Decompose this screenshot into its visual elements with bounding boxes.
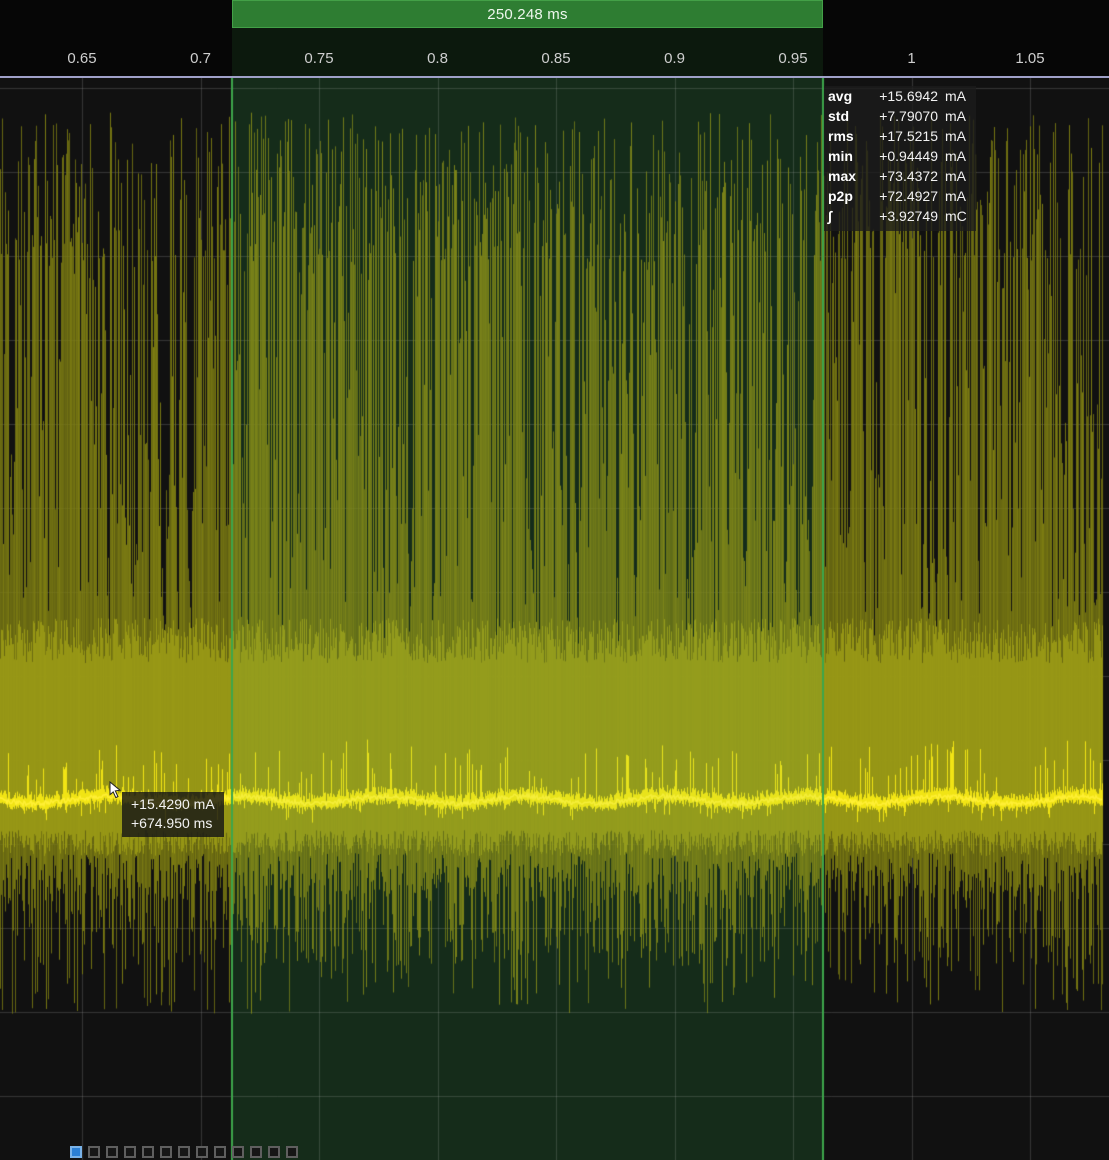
stat-label: min <box>828 148 853 164</box>
time-tick-label: 0.95 <box>778 50 808 67</box>
stat-label: rms <box>828 128 854 144</box>
hover-tooltip: +15.4290 mA +674.950 ms <box>122 792 224 837</box>
stat-label: p2p <box>828 188 853 204</box>
stat-value: +72.4927 <box>879 188 938 204</box>
stat-row: ∫ +3.92749 mC <box>828 208 971 228</box>
time-tick-label: 1 <box>907 50 916 67</box>
bottom-toggle[interactable] <box>232 1146 244 1158</box>
power-profiler-screen: 250.248 ms 0.65 0.7 0.75 0.8 0.85 0.9 0.95 1 1.0… <box>0 0 1109 1160</box>
time-tick-label: 0.65 <box>67 50 97 67</box>
bottom-toggle[interactable] <box>142 1146 154 1158</box>
tooltip-time-value: +674.950 ms <box>131 815 213 831</box>
stat-unit: mA <box>945 168 966 184</box>
stat-unit: mA <box>945 88 966 104</box>
stat-unit: mA <box>945 188 966 204</box>
stat-value: +7.79070 <box>879 108 938 124</box>
stat-unit: mA <box>945 108 966 124</box>
current-waveform-chart[interactable] <box>0 78 1109 1160</box>
selection-duration-bar[interactable]: 250.248 ms <box>232 0 823 28</box>
stat-unit: mC <box>945 208 967 224</box>
stat-row: p2p +72.4927 mA <box>828 188 971 208</box>
stat-unit: mA <box>945 148 966 164</box>
bottom-toggle[interactable] <box>250 1146 262 1158</box>
stat-row: rms +17.5215 mA <box>828 128 971 148</box>
bottom-toggle[interactable] <box>214 1146 226 1158</box>
selection-stats-panel: avg +15.6942 mA std +7.79070 mA rms +17.5215 mA m… <box>824 86 976 231</box>
stat-label: avg <box>828 88 853 104</box>
stat-label: std <box>828 108 849 124</box>
bottom-toggle-row <box>70 1146 298 1158</box>
time-tick-label: 1.05 <box>1015 50 1045 67</box>
bottom-toggle[interactable] <box>124 1146 136 1158</box>
tooltip-current-value: +15.4290 mA <box>131 796 215 812</box>
time-tick-label: 0.85 <box>541 50 571 67</box>
selection-duration-label: 250.248 ms <box>487 5 568 23</box>
bottom-toggle[interactable] <box>268 1146 280 1158</box>
bottom-toggle[interactable] <box>160 1146 172 1158</box>
time-tick-label: 0.8 <box>427 50 448 67</box>
bottom-toggle[interactable] <box>286 1146 298 1158</box>
time-axis: 0.65 0.7 0.75 0.8 0.85 0.9 0.95 1 1.05 <box>0 28 1109 76</box>
stat-label: max <box>828 168 857 184</box>
bottom-toggle[interactable] <box>88 1146 100 1158</box>
stat-row: std +7.79070 mA <box>828 108 971 128</box>
time-tick-label: 0.75 <box>304 50 334 67</box>
bottom-toggle[interactable] <box>70 1146 82 1158</box>
stat-value: +3.92749 <box>879 208 938 224</box>
stat-row: avg +15.6942 mA <box>828 88 971 108</box>
stat-row: max +73.4372 mA <box>828 168 971 188</box>
time-tick-label: 0.9 <box>664 50 685 67</box>
axis-line <box>0 76 1109 78</box>
bottom-toggle[interactable] <box>106 1146 118 1158</box>
stat-value: +73.4372 <box>879 168 938 184</box>
stat-value: +17.5215 <box>879 128 938 144</box>
bottom-toggle[interactable] <box>178 1146 190 1158</box>
bottom-toggle[interactable] <box>196 1146 208 1158</box>
stat-label: ∫ <box>828 208 832 224</box>
time-tick-label: 0.7 <box>190 50 211 67</box>
stat-row: min +0.94449 mA <box>828 148 971 168</box>
stat-value: +15.6942 <box>879 88 938 104</box>
stat-unit: mA <box>945 128 966 144</box>
stat-value: +0.94449 <box>879 148 938 164</box>
